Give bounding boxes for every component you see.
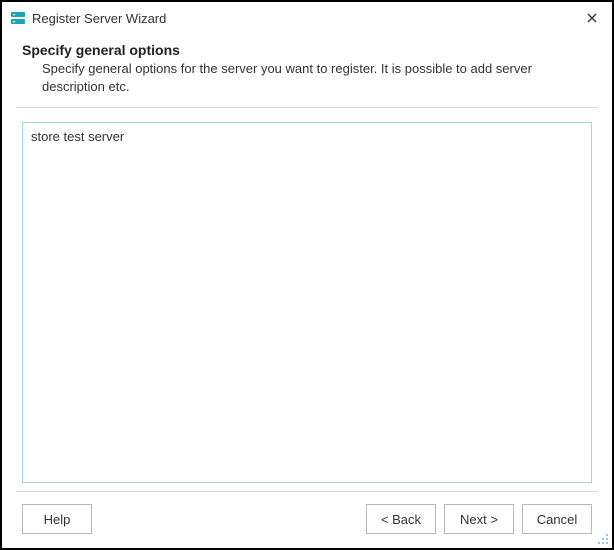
server-description-input[interactable] bbox=[22, 122, 592, 483]
header-block: Specify general options Specify general … bbox=[2, 34, 612, 107]
window-title: Register Server Wizard bbox=[32, 11, 580, 26]
back-button[interactable]: < Back bbox=[366, 504, 436, 534]
next-button[interactable]: Next > bbox=[444, 504, 514, 534]
close-icon bbox=[587, 10, 597, 27]
close-button[interactable] bbox=[580, 6, 604, 30]
help-button[interactable]: Help bbox=[22, 504, 92, 534]
page-subheading: Specify general options for the server y… bbox=[22, 60, 592, 95]
titlebar: Register Server Wizard bbox=[2, 2, 612, 34]
server-icon bbox=[10, 10, 26, 26]
page-heading: Specify general options bbox=[22, 42, 592, 58]
wizard-window: Register Server Wizard Specify general o… bbox=[0, 0, 614, 550]
content-area bbox=[2, 108, 612, 491]
cancel-button[interactable]: Cancel bbox=[522, 504, 592, 534]
footer-bar: Help < Back Next > Cancel bbox=[2, 492, 612, 548]
